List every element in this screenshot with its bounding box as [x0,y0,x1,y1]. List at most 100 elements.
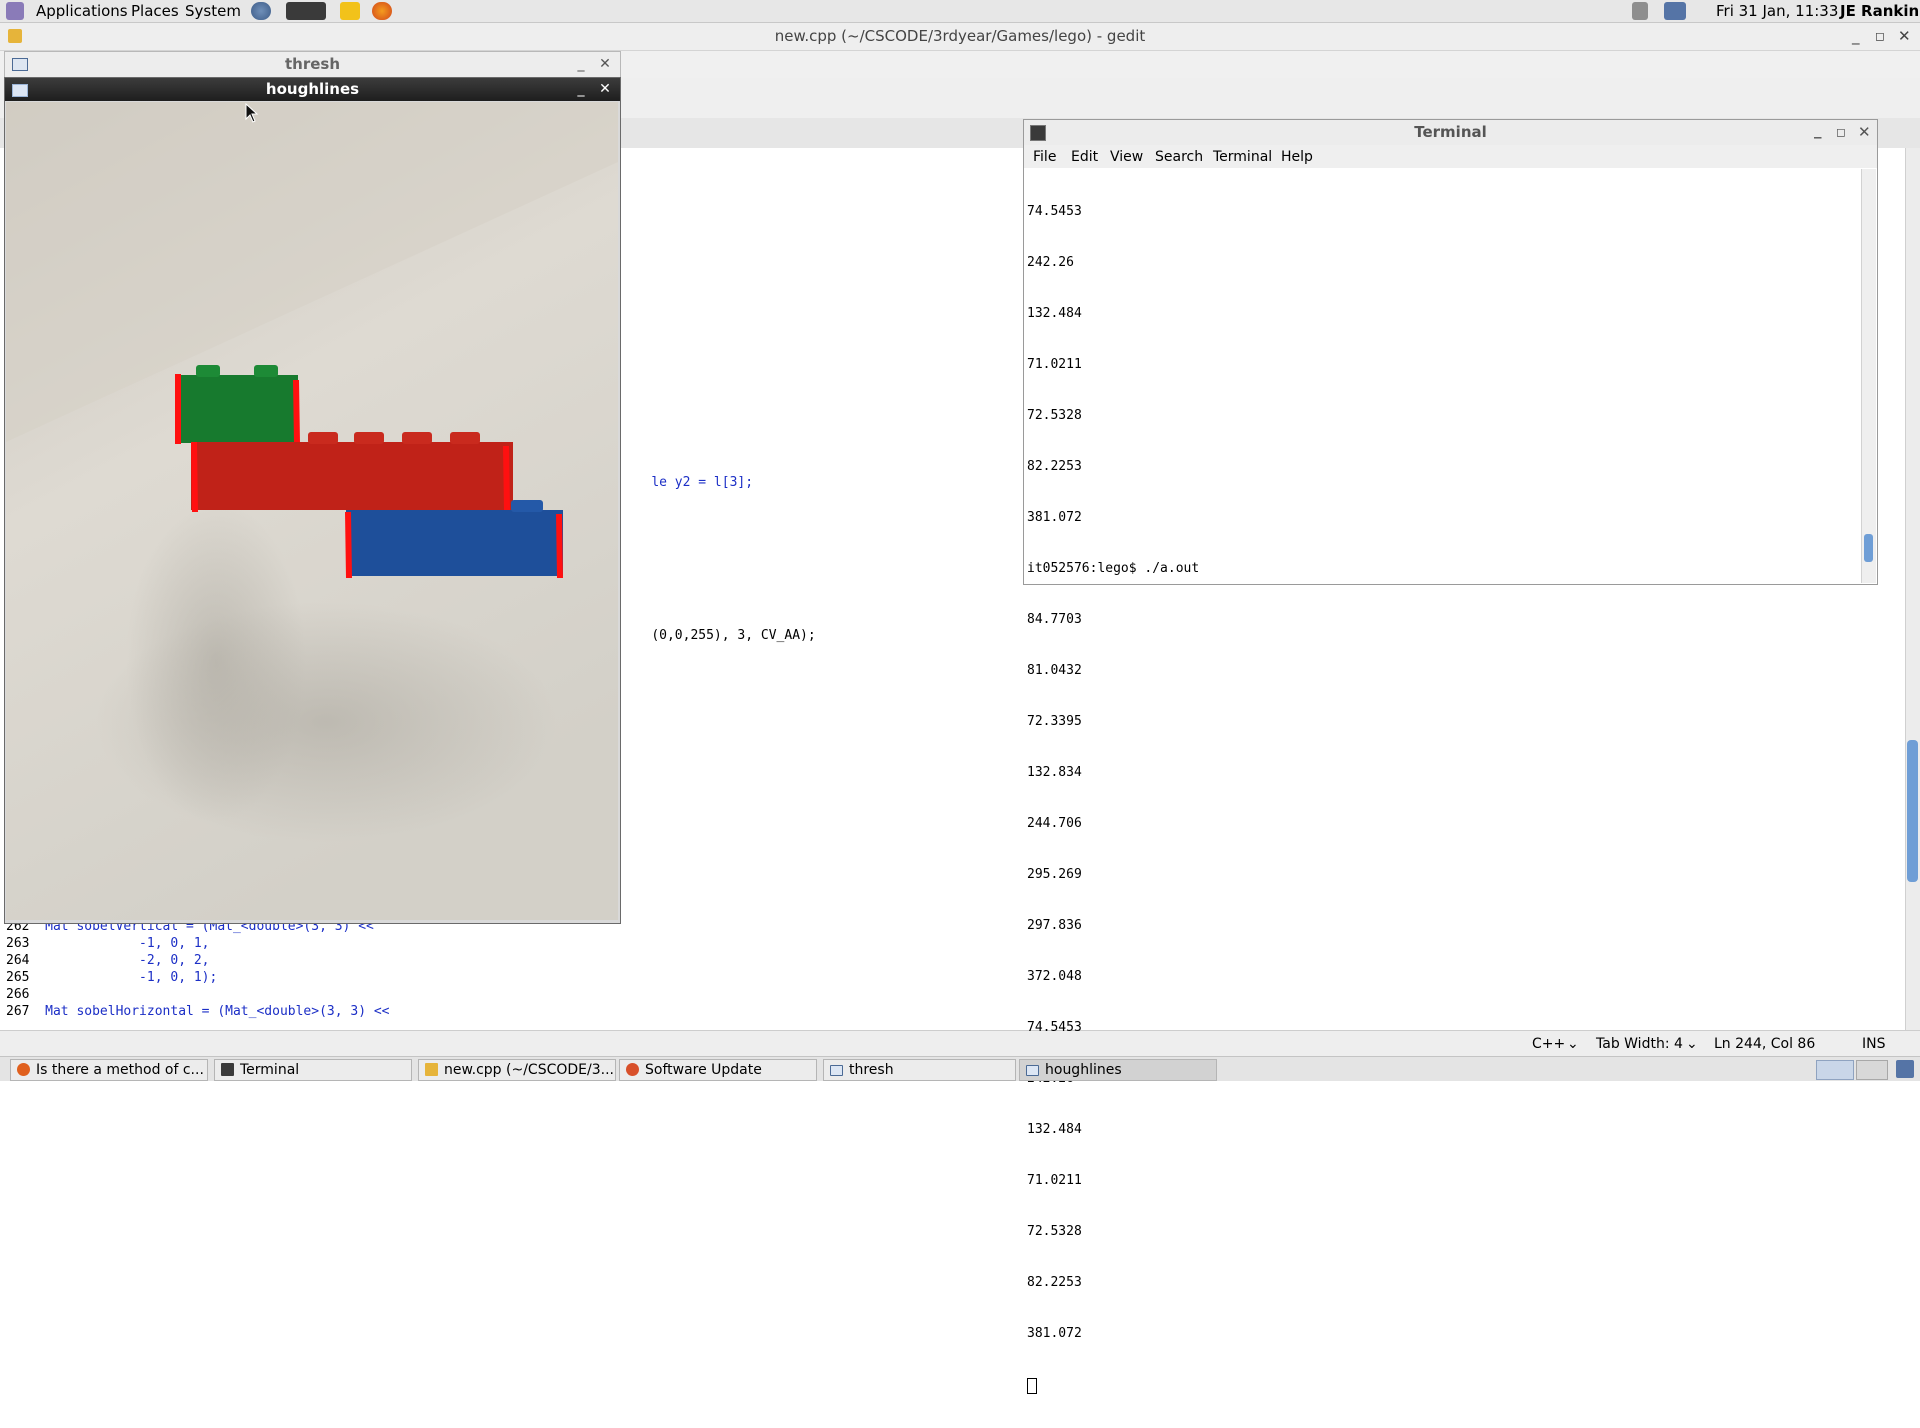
text-editor-launcher-icon[interactable] [340,2,360,20]
terminal-line: 74.5453 [1027,204,1082,219]
terminal-line: 295.269 [1027,867,1082,882]
minimize-icon[interactable]: _ [573,53,589,75]
terminal-window[interactable]: Terminal _ ◻ ✕ File Edit View Search Ter… [1023,119,1878,1394]
terminal-line: 132.484 [1027,306,1082,321]
workspace-switcher[interactable] [1856,1060,1888,1080]
terminal-prompt-line: it052576:lego$ ./a.out [1027,561,1200,576]
gedit-app-icon [8,29,22,43]
editor-scrollbar[interactable] [1905,148,1920,1030]
terminal-icon [221,1063,234,1076]
terminal-title: Terminal [1414,123,1487,141]
taskbar-item-terminal[interactable]: Terminal [214,1059,412,1081]
maximize-icon[interactable]: ◻ [1875,23,1885,50]
terminal-output[interactable]: 74.5453 242.26 132.484 71.0211 72.5328 8… [1025,169,1859,1394]
menu-terminal[interactable]: Terminal [1213,149,1272,165]
gedit-title: new.cpp (~/CSCODE/3rdyear/Games/lego) - … [774,27,1146,45]
minimize-icon[interactable]: _ [1852,23,1860,50]
minimize-icon[interactable]: _ [573,78,589,100]
menu-search[interactable]: Search [1155,149,1203,165]
gedit-icon [425,1063,438,1076]
menu-edit[interactable]: Edit [1071,149,1098,165]
terminal-line: 84.7703 [1027,612,1082,627]
top-panel: Applications Places System Fri 31 Jan, 1… [0,0,1920,23]
editor-scroll-thumb[interactable] [1907,740,1918,882]
volume-icon[interactable] [1632,2,1648,20]
applications-menu[interactable]: Applications [36,2,128,20]
close-icon[interactable]: ✕ [1898,23,1911,50]
terminal-scrollbar[interactable] [1861,169,1876,583]
blue-brick [346,510,563,576]
terminal-lines: 74.5453 242.26 132.484 71.0211 72.5328 8… [1027,169,1199,1428]
code-fragment: (0,0,255), 3, CV_AA); [651,628,816,643]
mouse-pointer-icon [245,103,259,123]
code-line: 263 -1, 0, 1, [6,936,210,951]
thresh-title: thresh [284,55,341,73]
code-line: 266 [6,987,30,1002]
menu-view[interactable]: View [1110,149,1143,165]
terminal-line: 72.5328 [1027,408,1082,423]
gedit-titlebar: new.cpp (~/CSCODE/3rdyear/Games/lego) - … [0,23,1920,51]
cursor-position: Ln 244, Col 86 [1714,1036,1816,1052]
code-line: 265 -1, 0, 1); [6,970,218,985]
insert-mode: INS [1862,1036,1886,1052]
houghlines-image [6,102,618,920]
terminal-line: 71.0211 [1027,1173,1082,1188]
maximize-icon[interactable]: ◻ [1836,120,1846,145]
terminal-line: 82.2253 [1027,1275,1082,1290]
gedit-statusbar: C++ ⌄ Tab Width: 4 ⌄ Ln 244, Col 86 INS [0,1030,1920,1057]
terminal-cursor [1027,1378,1037,1394]
terminal-app-icon [1030,125,1046,141]
houghlines-title: houghlines [265,80,360,98]
close-icon[interactable]: ✕ [1858,120,1871,145]
red-brick [191,442,513,510]
taskbar-item-gedit[interactable]: new.cpp (~/CSCODE/3... [418,1059,616,1081]
minimize-icon[interactable]: _ [1814,118,1822,143]
menu-help[interactable]: Help [1281,149,1313,165]
houghlines-titlebar[interactable]: houghlines _ ✕ [5,78,620,101]
terminal-line: 381.072 [1027,510,1082,525]
close-icon[interactable]: ✕ [597,53,613,75]
chevron-down-icon: ⌄ [1686,1036,1698,1052]
network-globe-icon[interactable] [251,2,271,20]
code-fragment: le y2 = l[3]; [651,475,754,490]
terminal-scroll-thumb[interactable] [1864,534,1873,562]
terminal-line: 72.3395 [1027,714,1082,729]
show-desktop-icon[interactable] [1896,1060,1914,1078]
network-status-icon[interactable] [1664,2,1686,20]
close-icon[interactable]: ✕ [597,78,613,100]
taskbar-item-thresh[interactable]: thresh [823,1059,1016,1081]
taskbar-item-software-update[interactable]: Software Update [619,1059,817,1081]
places-menu[interactable]: Places [131,2,179,20]
terminal-line: 297.836 [1027,918,1082,933]
menu-file[interactable]: File [1033,149,1056,165]
chevron-down-icon: ⌄ [1567,1036,1579,1052]
window-icon [830,1065,843,1076]
terminal-line: 381.072 [1027,1326,1082,1341]
terminal-line: 71.0211 [1027,357,1082,372]
terminal-line: 82.2253 [1027,459,1082,474]
terminal-line: 242.26 [1027,255,1074,270]
window-icon [1026,1065,1039,1076]
terminal-line: 74.5453 [1027,1020,1082,1035]
language-selector[interactable]: C++ [1532,1036,1565,1052]
taskbar-item-houghlines[interactable]: houghlines [1019,1059,1217,1081]
code-line: 267 Mat sobelHorizontal = (Mat_<double>(… [6,1004,390,1019]
terminal-line: 244.706 [1027,816,1082,831]
green-brick [176,375,298,443]
houghlines-window[interactable]: houghlines _ ✕ [4,77,621,924]
terminal-launcher-icon[interactable] [286,2,326,20]
tab-width-selector[interactable]: Tab Width: 4 [1596,1036,1683,1052]
system-menu[interactable]: System [185,2,241,20]
terminal-line: 132.834 [1027,765,1082,780]
workspace-switcher[interactable] [1816,1060,1854,1080]
clock[interactable]: Fri 31 Jan, 11:33 [1716,2,1838,20]
terminal-titlebar[interactable]: Terminal _ ◻ ✕ [1024,120,1877,146]
thresh-window[interactable]: thresh _ ✕ [4,51,621,78]
terminal-menubar: File Edit View Search Terminal Help [1024,145,1877,168]
firefox-launcher-icon[interactable] [372,2,392,20]
terminal-line: 372.048 [1027,969,1082,984]
user-name[interactable]: JE Rankin [1840,2,1919,20]
applications-menu-icon[interactable] [6,2,24,20]
taskbar-item-browser[interactable]: Is there a method of c... [10,1059,208,1081]
terminal-line: 72.5328 [1027,1224,1082,1239]
